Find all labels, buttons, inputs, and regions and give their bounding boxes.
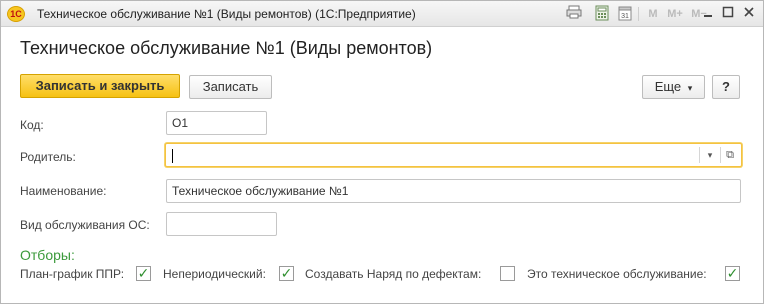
memory-plus-button[interactable]: M+ [663,5,687,23]
more-button-label: Еще [654,79,682,94]
filters-group-title: Отборы: [20,247,75,263]
page-title: Техническое обслуживание №1 (Виды ремонт… [20,38,433,58]
save-and-close-button[interactable]: Записать и закрыть [20,74,180,98]
text-caret [172,149,173,163]
parent-field[interactable]: ▾ ⧉ [165,143,742,167]
window-title: Техническое обслуживание №1 (Виды ремонт… [37,7,416,21]
save-button[interactable]: Записать [189,75,272,99]
filter-maintenance-label: Это техническое обслуживание: [527,267,707,281]
calculator-icon[interactable] [593,5,611,23]
close-icon[interactable] [740,5,758,23]
filter-ppr-checkbox[interactable]: ✓ [136,266,151,281]
chevron-down-icon: ▾ [687,83,693,93]
os-type-field[interactable] [166,212,277,236]
dropdown-arrow-icon[interactable]: ▾ [701,147,719,163]
filter-defect-order-checkbox[interactable] [500,266,515,281]
title-separator [638,7,639,21]
filter-nonperiodic-label: Непериодический: [163,267,266,281]
help-button[interactable]: ? [712,75,740,99]
parent-label: Родитель: [20,150,76,164]
os-type-label: Вид обслуживания ОС: [20,218,150,232]
code-field[interactable]: О1 [166,111,267,135]
title-bar: 1С Техническое обслуживание №1 (Виды рем… [1,1,763,27]
memory-m-button[interactable]: M [644,5,662,23]
app-window: 1С Техническое обслуживание №1 (Виды рем… [0,0,764,304]
filter-nonperiodic-checkbox[interactable]: ✓ [279,266,294,281]
name-field[interactable]: Техническое обслуживание №1 [166,179,741,203]
calendar-icon[interactable]: 31 [616,5,634,23]
print-icon[interactable] [565,5,583,23]
maximize-icon[interactable] [719,5,737,23]
more-button[interactable]: Еще ▾ [642,75,705,99]
open-icon[interactable]: ⧉ [721,147,739,163]
filter-maintenance-checkbox[interactable]: ✓ [725,266,740,281]
name-label: Наименование: [20,184,107,198]
code-label: Код: [20,118,44,132]
filter-ppr-label: План-график ППР: [20,267,125,281]
calendar-day-label: 31 [621,13,629,20]
field-divider [699,147,700,163]
filter-defect-order-label: Создавать Наряд по дефектам: [305,267,482,281]
app-logo-icon[interactable]: 1С [7,6,25,22]
minimize-icon[interactable] [699,5,717,23]
